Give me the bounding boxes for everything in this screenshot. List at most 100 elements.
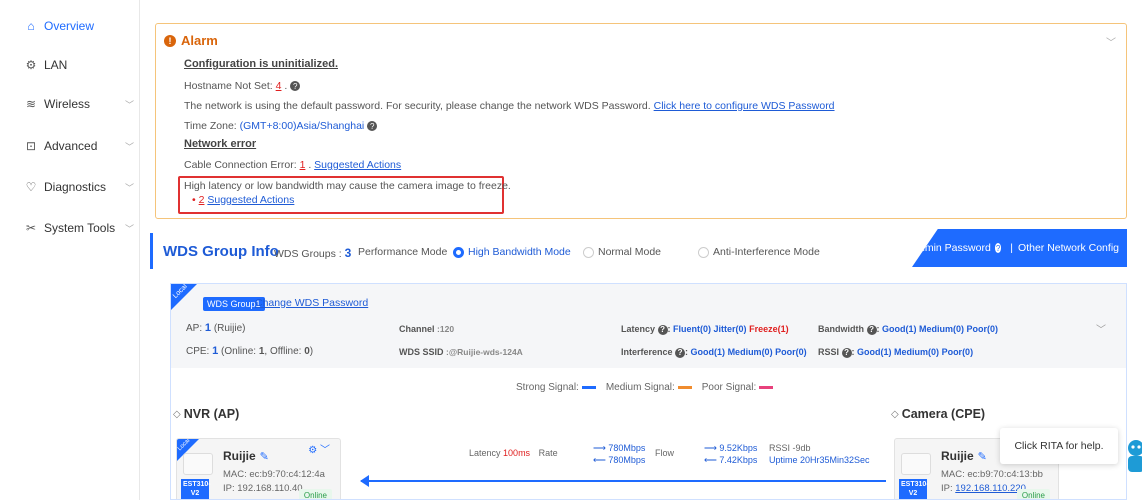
interference-good[interactable]: Good(1) [691, 347, 726, 357]
bandwidth-poor[interactable]: Poor(0) [967, 324, 999, 334]
legend-poor-label: Poor Signal: [701, 382, 757, 393]
ssid-info: WDS SSID :@Ruijie-wds-124A [399, 347, 523, 357]
help-icon[interactable]: ? [866, 324, 877, 335]
mode-normal-label: Normal Mode [598, 246, 662, 258]
help-icon[interactable]: ? [290, 81, 301, 92]
cpe-offline-count: 0 [304, 346, 310, 357]
link-uptime: Uptime 20Hr35Min32Sec [769, 455, 870, 465]
chevron-down-icon: ﹀ [124, 141, 134, 152]
separator: . [284, 80, 288, 92]
nvr-device-card[interactable]: Local EST310-V2 Ruijie ✎ ⚙ ﹀ MAC: ec:b9:7… [176, 438, 341, 499]
divider: | [1010, 242, 1014, 254]
diamond-icon: ◇ [891, 408, 899, 420]
lan-icon: ⚙ [25, 58, 37, 72]
device-mac: MAC: ec:b9:70:c4:12:4a [223, 469, 325, 480]
latency-suggested-actions-link[interactable]: Suggested Actions [207, 194, 294, 206]
chevron-down-icon: ﹀ [124, 223, 134, 234]
device-name: Ruijie ✎ [941, 449, 987, 463]
hostname-count-link[interactable]: 4 [276, 80, 282, 92]
sidebar-item-overview[interactable]: ⌂ Overview [24, 19, 134, 33]
chevron-down-icon[interactable]: ﹀ [1096, 321, 1106, 336]
rssi-medium[interactable]: Medium(0) [894, 347, 939, 357]
interference-poor[interactable]: Poor(0) [775, 347, 807, 357]
cpe-online-label: (Online: [221, 346, 257, 357]
device-ip: IP: 192.168.110.220 [941, 483, 1026, 494]
link-flow: ⟶ 9.52Kbps ⟵ 7.42Kbps [704, 442, 757, 466]
cable-suggested-actions-link[interactable]: Suggested Actions [314, 159, 401, 171]
cable-text: Cable Connection Error: [184, 159, 297, 171]
model-badge: EST310-V2 [181, 479, 211, 499]
wds-groups-count: WDS Groups : 3 [274, 246, 351, 260]
sidebar-item-label: System Tools [44, 221, 116, 235]
configure-password-link[interactable]: Click here to configure WDS Password [654, 100, 835, 112]
device-ip-link[interactable]: 192.168.110.220 [955, 483, 1026, 494]
interference-medium[interactable]: Medium(0) [728, 347, 773, 357]
sidebar-item-advanced[interactable]: ⊡ Advanced ﹀ [24, 139, 134, 153]
legend-medium: Medium Signal: [606, 382, 692, 393]
nvr-title-text: NVR (AP) [183, 407, 240, 421]
chevron-down-icon: ﹀ [124, 182, 134, 193]
latency-freeze[interactable]: Freeze(1) [749, 324, 789, 334]
other-network-config-button[interactable]: Other Network Config [1018, 242, 1119, 254]
latency-fluent[interactable]: Fluent(0) [673, 324, 711, 334]
wds-title: WDS Group Info [163, 243, 279, 260]
sidebar-item-diagnostics[interactable]: ♡ Diagnostics ﹀ [24, 180, 134, 194]
help-icon[interactable]: ? [657, 324, 668, 335]
sidebar-item-wireless[interactable]: ≋ Wireless ﹀ [24, 97, 134, 111]
sidebar-item-lan[interactable]: ⚙ LAN [24, 58, 134, 72]
status-badge: Online [298, 489, 332, 499]
tools-icon: ✂ [25, 221, 37, 235]
bandwidth-good[interactable]: Good(1) [882, 324, 917, 334]
help-icon[interactable]: ? [994, 243, 1002, 253]
flow-down: ⟵ 7.42Kbps [704, 455, 758, 465]
rita-assistant-icon[interactable] [1124, 438, 1142, 472]
edit-icon[interactable]: ✎ [260, 451, 269, 463]
mode-high-bandwidth[interactable]: High Bandwidth Mode [453, 246, 571, 258]
sidebar: ⌂ Overview ⚙ LAN ≋ Wireless ﹀ ⊡ Advanced… [0, 0, 140, 500]
radio-selected-icon[interactable] [453, 246, 464, 258]
latency-alert-actions: • 2 Suggested Actions [192, 194, 294, 206]
password-text: The network is using the default passwor… [184, 100, 651, 112]
wds-group-panel: Local WDS Group1 Change WDS Password AP:… [170, 283, 1127, 500]
link-stats: RSSI -9db Uptime 20Hr35Min32Sec [769, 442, 870, 466]
timezone-value: (GMT+8:00)Asia/Shanghai [239, 120, 365, 132]
gear-icon[interactable]: ⚙ ﹀ [308, 441, 330, 456]
rate-down: ⟵ 780Mbps [593, 455, 646, 465]
admin-password-button[interactable]: Admin Password [912, 242, 991, 254]
link-latency: Latency 100ms Rate [469, 447, 558, 459]
change-wds-password-link[interactable]: Change WDS Password [255, 297, 368, 309]
radio-icon[interactable] [583, 246, 594, 258]
bandwidth-medium[interactable]: Medium(0) [919, 324, 964, 334]
alarm-title: Alarm [181, 33, 218, 48]
help-icon[interactable]: ? [675, 347, 686, 358]
rssi-good[interactable]: Good(1) [857, 347, 892, 357]
timezone-alert: Time Zone: (GMT+8:00)Asia/Shanghai ? [184, 120, 378, 132]
edit-icon[interactable]: ✎ [978, 451, 987, 463]
bandwidth-summary: Bandwidth ?: Good(1) Medium(0) Poor(0) [818, 324, 999, 335]
mode-normal[interactable]: Normal Mode [583, 246, 661, 258]
cable-count-link[interactable]: 1 [300, 159, 306, 171]
latency-count-link[interactable]: 2 [199, 194, 205, 206]
admin-config-bar: Admin Password ? | Other Network Config [912, 229, 1127, 267]
link-flow-label: Flow [655, 448, 675, 458]
mode-anti-interference[interactable]: Anti-Interference Mode [698, 246, 820, 258]
rssi-poor[interactable]: Poor(0) [942, 347, 974, 357]
sidebar-item-label: LAN [44, 58, 68, 72]
device-name-text: Ruijie [941, 449, 974, 463]
help-icon[interactable]: ? [841, 347, 852, 358]
rate-down-value: 780Mbps [608, 455, 646, 465]
ap-count: 1 [204, 322, 212, 334]
sidebar-item-system-tools[interactable]: ✂ System Tools ﹀ [24, 221, 134, 235]
device-name-text: Ruijie [223, 449, 256, 463]
advanced-icon: ⊡ [25, 139, 37, 153]
help-icon[interactable]: ? [367, 121, 378, 132]
sidebar-item-label: Wireless [44, 97, 91, 111]
latency-jitter[interactable]: Jitter(0) [714, 324, 747, 334]
radio-icon[interactable] [698, 246, 709, 258]
latency-alert-text: High latency or low bandwidth may cause … [184, 180, 511, 192]
device-ip-label: IP: [941, 483, 953, 494]
hostname-text: Hostname Not Set: [184, 80, 273, 92]
home-icon: ⌂ [27, 19, 35, 33]
hostname-alert: Hostname Not Set: 4 . ? [184, 80, 301, 92]
chevron-down-icon[interactable]: ﹀ [1106, 34, 1116, 49]
